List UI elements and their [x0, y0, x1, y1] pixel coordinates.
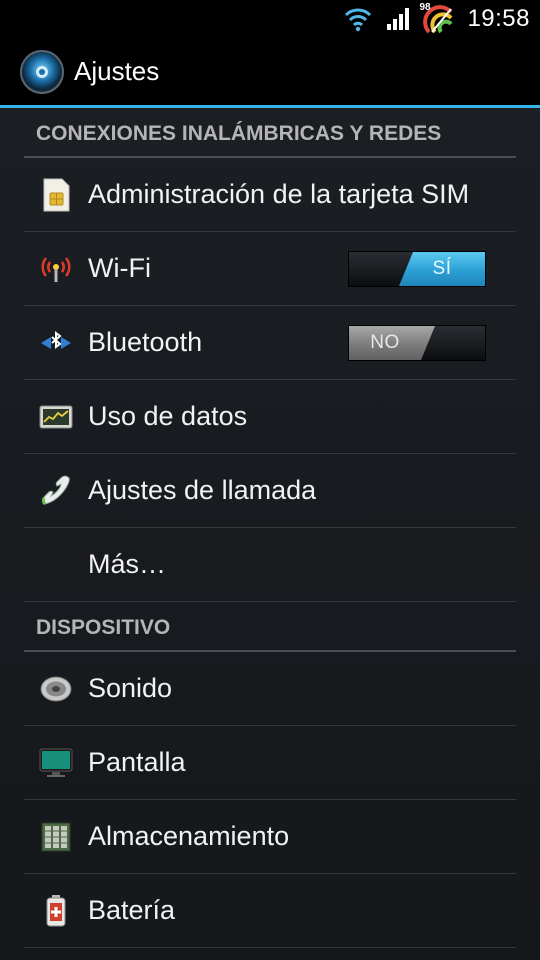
speaker-icon: [36, 669, 76, 709]
setting-label: Pantalla: [88, 747, 186, 777]
setting-label: Más…: [88, 549, 167, 579]
settings-icon[interactable]: [20, 49, 64, 94]
section-header-device: DISPOSITIVO: [24, 602, 516, 652]
battery-settings-icon: [36, 891, 76, 931]
setting-label: Administración de la tarjeta SIM: [88, 179, 470, 209]
settings-list: CONEXIONES INALÁMBRICAS Y REDES Administ…: [0, 108, 540, 948]
setting-bluetooth[interactable]: Bluetooth NO: [24, 306, 516, 380]
setting-wifi[interactable]: Wi-Fi SÍ: [24, 232, 516, 306]
setting-sim-management[interactable]: Administración de la tarjeta SIM: [24, 158, 516, 232]
setting-sound[interactable]: Sonido: [24, 652, 516, 726]
setting-label: Sonido: [88, 673, 173, 703]
setting-more[interactable]: Más…: [24, 528, 516, 602]
status-clock: 19:58: [467, 5, 530, 32]
setting-data-usage[interactable]: Uso de datos: [24, 380, 516, 454]
setting-label: Batería: [88, 895, 176, 925]
action-bar: Ajustes: [0, 38, 540, 108]
wifi-icon: [343, 4, 373, 34]
toggle-knob: NO: [349, 326, 435, 360]
setting-label: Uso de datos: [88, 401, 248, 431]
bluetooth-icon: [36, 323, 76, 363]
setting-label: Wi-Fi: [88, 253, 151, 283]
setting-storage[interactable]: Almacenamiento: [24, 800, 516, 874]
battery-level: 98: [419, 2, 431, 13]
setting-display[interactable]: Pantalla: [24, 726, 516, 800]
setting-label: Ajustes de llamada: [88, 475, 317, 505]
phone-icon: [36, 471, 76, 511]
page-title: Ajustes: [74, 56, 160, 86]
display-icon: [36, 743, 76, 783]
battery-icon: 98: [419, 2, 457, 34]
setting-battery[interactable]: Batería: [24, 874, 516, 948]
status-bar: 98 19:58: [0, 0, 540, 38]
bluetooth-toggle[interactable]: NO: [348, 325, 486, 361]
setting-call-settings[interactable]: Ajustes de llamada: [24, 454, 516, 528]
toggle-knob: SÍ: [399, 252, 485, 286]
wifi-toggle[interactable]: SÍ: [348, 251, 486, 287]
setting-label: Bluetooth: [88, 327, 203, 357]
storage-icon: [36, 817, 76, 857]
wifi-antenna-icon: [36, 249, 76, 289]
data-usage-icon: [36, 397, 76, 437]
sim-card-icon: [36, 175, 76, 215]
signal-icon: [383, 4, 413, 34]
setting-label: Almacenamiento: [88, 821, 290, 851]
section-header-wireless: CONEXIONES INALÁMBRICAS Y REDES: [24, 108, 516, 158]
